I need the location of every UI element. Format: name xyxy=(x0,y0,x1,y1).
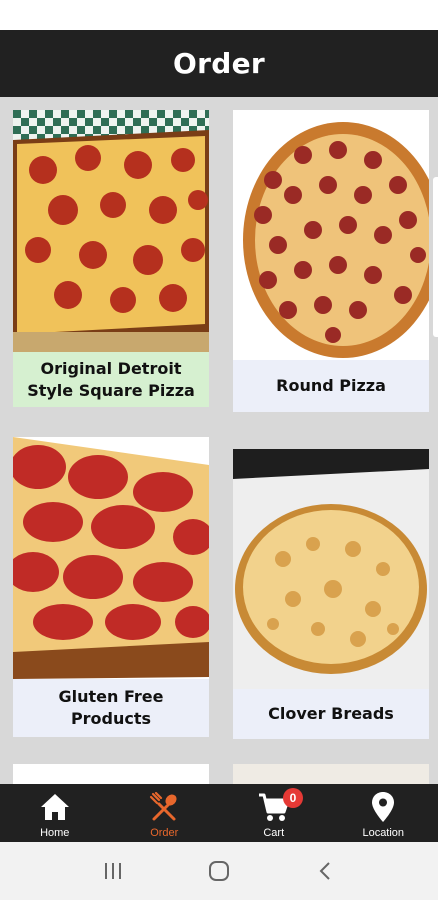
back-icon[interactable] xyxy=(305,851,345,891)
status-bar xyxy=(0,0,438,30)
category-label: Original Detroit Style Square Pizza xyxy=(13,352,209,407)
location-pin-icon xyxy=(366,790,400,824)
nav-label: Cart xyxy=(263,827,285,839)
nav-location[interactable]: Location xyxy=(329,784,438,842)
nav-label: Order xyxy=(150,827,179,839)
clover-bread-image xyxy=(233,449,429,689)
nav-label: Home xyxy=(40,827,70,839)
home-icon xyxy=(38,790,72,824)
app-header: Order xyxy=(0,30,438,97)
round-pizza-image xyxy=(233,110,429,360)
category-card-round[interactable]: Round Pizza xyxy=(233,110,429,412)
scroll-edge xyxy=(433,177,438,337)
recents-icon[interactable] xyxy=(93,851,133,891)
home-circle-icon[interactable] xyxy=(199,851,239,891)
fork-spoon-icon xyxy=(147,790,181,824)
category-card-clover-breads[interactable]: Clover Breads xyxy=(233,449,429,739)
category-label: Clover Breads xyxy=(268,704,394,723)
nav-home[interactable]: Home xyxy=(0,784,110,842)
detroit-pizza-image xyxy=(13,110,209,352)
category-label: Gluten Free Products xyxy=(58,687,164,728)
category-card-next-left[interactable] xyxy=(13,764,209,784)
nav-order[interactable]: Order xyxy=(110,784,220,842)
category-card-detroit[interactable]: Original Detroit Style Square Pizza xyxy=(13,110,209,407)
gluten-free-pizza-image xyxy=(13,437,209,679)
category-label: Round Pizza xyxy=(276,376,386,395)
category-card-gluten-free[interactable]: Gluten Free Products xyxy=(13,437,209,737)
cart-count-badge: 0 xyxy=(283,788,303,808)
nav-cart[interactable]: 0 Cart xyxy=(219,784,329,842)
category-card-next-right[interactable] xyxy=(233,764,429,784)
page-title: Order xyxy=(173,47,265,80)
nav-label: Location xyxy=(362,827,405,839)
bottom-nav: Home Order 0 Cart Location xyxy=(0,784,438,842)
category-grid[interactable]: Original Detroit Style Square Pizza Roun… xyxy=(0,97,438,784)
system-nav-bar xyxy=(0,842,438,900)
